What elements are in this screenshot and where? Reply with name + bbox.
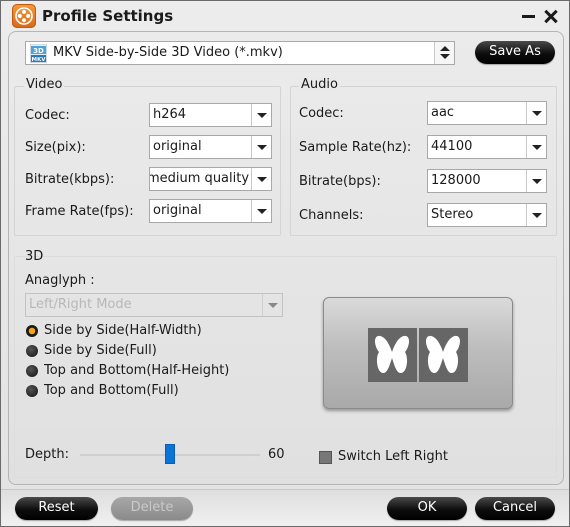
video-size-value: original <box>153 139 202 154</box>
chevron-down-icon[interactable] <box>251 168 271 190</box>
app-logo-icon <box>12 4 36 28</box>
audio-bitrate-value: 128000 <box>431 173 481 188</box>
svg-text:MKV: MKV <box>32 57 47 63</box>
minimize-icon[interactable] <box>519 6 539 26</box>
chevron-down-icon[interactable] <box>526 170 546 192</box>
chevron-down-icon[interactable] <box>526 204 546 226</box>
audio-samplerate-value: 44100 <box>431 139 473 154</box>
window-title: Profile Settings <box>42 7 174 25</box>
radio-top-bottom-full[interactable]: Top and Bottom(Full) <box>26 382 226 400</box>
audio-channels-select[interactable]: Stereo <box>427 203 547 227</box>
footer-bar: Reset Delete OK Cancel <box>1 489 569 526</box>
close-icon[interactable] <box>542 6 562 26</box>
butterfly-side-by-side-icon <box>368 328 468 382</box>
save-as-button[interactable]: Save As <box>475 41 555 64</box>
settings-panel: 3D MKV MKV Side-by-Side 3D Video (*.mkv)… <box>8 31 564 485</box>
radio-label: Top and Bottom(Full) <box>44 383 179 398</box>
audio-samplerate-label: Sample Rate(hz): <box>299 140 412 155</box>
depth-value: 60 <box>268 447 285 462</box>
radio-side-by-side-half-width[interactable]: Side by Side(Half-Width) <box>26 322 226 340</box>
anaglyph-value: Left/Right Mode <box>29 297 132 312</box>
profile-format-value: MKV Side-by-Side 3D Video (*.mkv) <box>53 45 283 60</box>
audio-channels-value: Stereo <box>431 207 474 222</box>
video-group-title: Video <box>24 77 65 92</box>
audio-codec-value: aac <box>431 105 455 120</box>
audio-group-title: Audio <box>299 77 340 92</box>
video-bitrate-value: medium quality <box>149 171 250 186</box>
audio-samplerate-select[interactable]: 44100 <box>427 135 547 159</box>
spinner-arrows-icon[interactable] <box>434 42 454 64</box>
radio-side-by-side-full[interactable]: Side by Side(Full) <box>26 342 226 360</box>
radio-indicator <box>26 325 38 337</box>
reset-button[interactable]: Reset <box>15 497 98 520</box>
switch-left-right-checkbox[interactable] <box>319 451 332 464</box>
radio-indicator <box>26 365 38 377</box>
video-framerate-value: original <box>153 203 202 218</box>
radio-indicator <box>26 345 38 357</box>
ok-button[interactable]: OK <box>387 497 467 520</box>
video-codec-value: h264 <box>153 107 187 122</box>
video-size-select[interactable]: original <box>149 135 272 159</box>
audio-channels-label: Channels: <box>299 208 364 223</box>
svg-text:3D: 3D <box>33 47 44 55</box>
anaglyph-label: Anaglyph : <box>25 273 95 288</box>
chevron-down-icon[interactable] <box>526 102 546 124</box>
radio-label: Side by Side(Half-Width) <box>44 323 202 338</box>
video-bitrate-select[interactable]: medium quality <box>149 167 272 191</box>
video-codec-select[interactable]: h264 <box>149 103 272 127</box>
audio-codec-select[interactable]: aac <box>427 101 547 125</box>
audio-bitrate-label: Bitrate(bps): <box>299 174 381 189</box>
cancel-button[interactable]: Cancel <box>475 497 555 520</box>
radio-top-bottom-half-height[interactable]: Top and Bottom(Half-Height) <box>26 362 246 380</box>
radio-label: Side by Side(Full) <box>44 343 157 358</box>
profile-format-select[interactable]: 3D MKV MKV Side-by-Side 3D Video (*.mkv) <box>25 41 455 65</box>
switch-left-right-label[interactable]: Switch Left Right <box>338 449 448 464</box>
chevron-down-icon[interactable] <box>251 136 271 158</box>
video-size-label: Size(pix): <box>25 140 86 155</box>
title-bar[interactable]: Profile Settings <box>1 1 569 31</box>
video-framerate-label: Frame Rate(fps): <box>25 204 134 219</box>
chevron-down-icon[interactable] <box>262 294 282 316</box>
video-codec-label: Codec: <box>25 108 70 123</box>
audio-bitrate-select[interactable]: 128000 <box>427 169 547 193</box>
profile-settings-window: Profile Settings 3D MKV MKV Side-by-Side… <box>0 0 570 527</box>
audio-codec-label: Codec: <box>299 106 344 121</box>
video-framerate-select[interactable]: original <box>149 199 272 223</box>
anaglyph-select[interactable]: Left/Right Mode <box>25 293 283 317</box>
chevron-down-icon[interactable] <box>251 104 271 126</box>
radio-indicator <box>26 385 38 397</box>
video-bitrate-label: Bitrate(kbps): <box>25 172 115 187</box>
depth-label: Depth: <box>25 447 69 462</box>
3d-preview-button[interactable] <box>323 297 513 409</box>
chevron-down-icon[interactable] <box>526 136 546 158</box>
3d-group-title: 3D <box>25 249 44 264</box>
depth-slider-thumb[interactable] <box>165 444 175 464</box>
radio-label: Top and Bottom(Half-Height) <box>44 363 230 378</box>
mkv-3d-icon: 3D MKV <box>30 44 47 63</box>
chevron-down-icon[interactable] <box>251 200 271 222</box>
delete-button[interactable]: Delete <box>111 497 193 520</box>
